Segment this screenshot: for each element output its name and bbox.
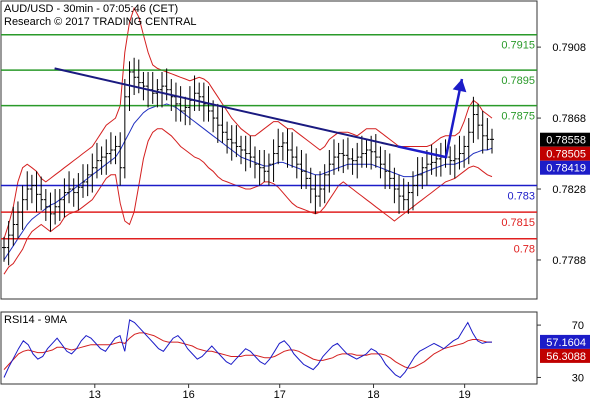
rsi-tag-label: 57.1604	[546, 337, 586, 349]
copyright-line: Research © 2017 TRADING CENTRAL	[4, 16, 197, 28]
rsi-tag-label: 56.3088	[546, 351, 586, 363]
level-label: 0.7815	[501, 217, 535, 229]
time-axis: 13 16 17 18 19	[89, 384, 471, 400]
price-tick-label: 0.7908	[552, 42, 586, 54]
time-tick-label: 16	[182, 389, 194, 400]
price-tick-label: 0.7828	[552, 184, 586, 196]
level-label: 0.7895	[501, 75, 535, 87]
price-tag-label: 0.78505	[546, 149, 586, 161]
rsi-tick-label: 70	[572, 320, 584, 332]
chart-title: AUD/USD - 30min - 07:05:46 (CET)	[4, 3, 178, 15]
time-tick-label: 17	[274, 389, 286, 400]
time-tick-label: 19	[459, 389, 471, 400]
rsi-tags: 57.1604 56.3088	[540, 334, 590, 363]
level-label: 0.783	[507, 190, 535, 202]
price-tags: 0.78558 0.78505 0.78419	[540, 132, 590, 175]
price-tick-label: 0.7868	[552, 113, 586, 125]
price-tick-label: 0.7788	[552, 255, 586, 267]
price-panel-frame	[0, 0, 538, 300]
price-tag-label: 0.78558	[546, 135, 586, 147]
rsi-panel-title: RSI14 - 9MA	[4, 314, 68, 326]
time-tick-label: 13	[89, 389, 101, 400]
level-label: 0.7915	[501, 40, 535, 52]
rsi-tick-label: 30	[572, 372, 584, 384]
price-tag-label: 0.78419	[546, 163, 586, 175]
time-tick-label: 18	[367, 389, 379, 400]
rsi-panel-frame	[0, 311, 538, 385]
chart-canvas: 0.7915 0.7895 0.7875 0.783 0.7815 0.78 0.7908…	[0, 0, 590, 400]
level-label: 0.78	[514, 244, 535, 256]
level-label: 0.7875	[501, 111, 535, 123]
